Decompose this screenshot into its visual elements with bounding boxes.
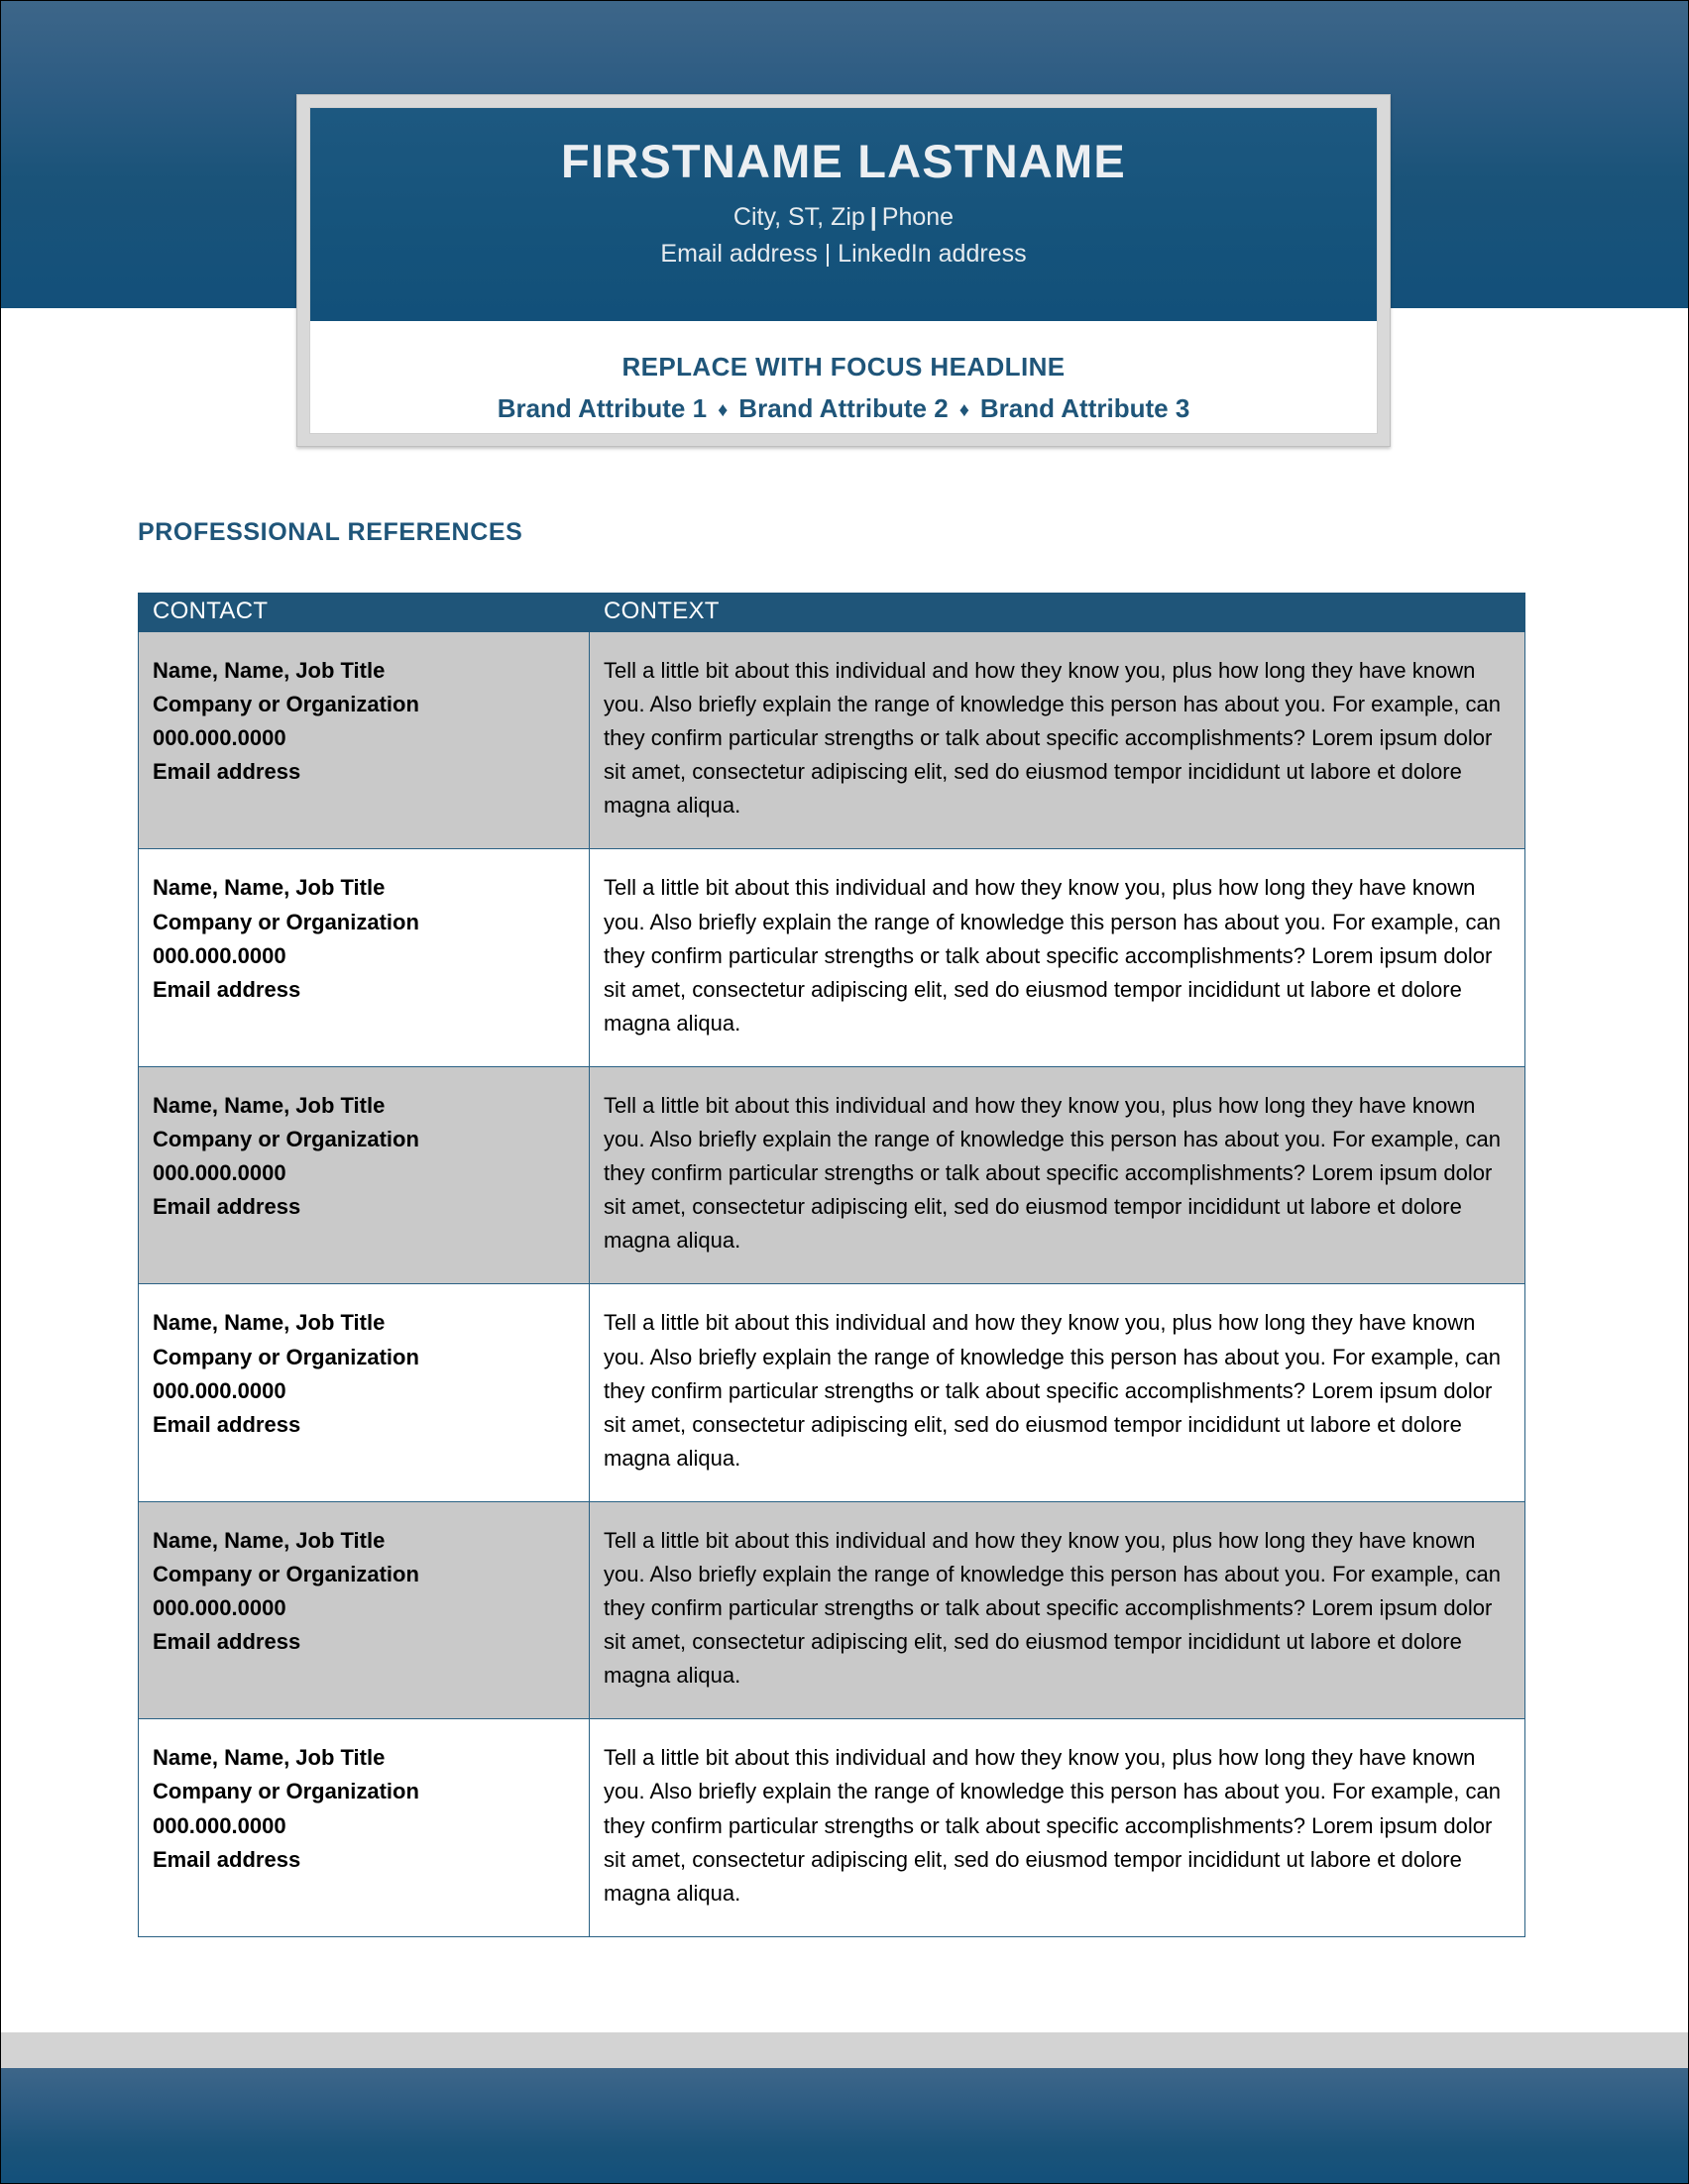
contact-line-primary: City, ST, Zip | Phone <box>310 201 1377 235</box>
brand-attributes: Brand Attribute 1 ♦ Brand Attribute 2 ♦ Bran… <box>310 392 1377 425</box>
column-header-context: CONTEXT <box>589 593 1525 632</box>
contact-line-secondary: Email address | LinkedIn address <box>660 240 1027 269</box>
reference-company: Company or Organization <box>153 1779 419 1804</box>
reference-company: Company or Organization <box>153 692 419 717</box>
reference-phone: 000.000.0000 <box>153 725 286 751</box>
reference-context-cell: Tell a little bit about this individual … <box>589 1718 1525 1937</box>
reference-company: Company or Organization <box>153 1127 419 1152</box>
reference-phone: 000.000.0000 <box>153 942 286 968</box>
reference-phone: 000.000.0000 <box>153 1160 286 1186</box>
name-block: FIRSTNAME LASTNAME City, ST, Zip | Phone E… <box>310 108 1377 321</box>
table-head: CONTACT CONTEXT <box>138 593 1525 632</box>
reference-email: Email address <box>153 759 301 785</box>
reference-phone: 000.000.0000 <box>153 1812 286 1838</box>
reference-contact-cell: Name, Name, Job Title Company or Organiza… <box>138 1283 590 1502</box>
reference-context-cell: Tell a little bit about this individual … <box>589 1283 1525 1502</box>
page-title-full-name: FIRSTNAME LASTNAME <box>561 135 1126 187</box>
reference-context-cell: Tell a little bit about this individual … <box>589 848 1525 1067</box>
reference-phone: 000.000.0000 <box>153 1377 286 1403</box>
header-frame-inner: FIRSTNAME LASTNAME City, ST, Zip | Phone E… <box>309 107 1378 434</box>
reference-email: Email address <box>153 1846 301 1872</box>
reference-name-title: Name, Name, Job Title <box>153 875 386 901</box>
brand-attribute-1: Brand Attribute 1 <box>497 392 708 423</box>
reference-context-cell: Tell a little bit about this individual … <box>589 1065 1525 1285</box>
table-row: Name, Name, Job Title Company or Organiza… <box>138 630 1525 850</box>
reference-name-title: Name, Name, Job Title <box>153 1745 386 1771</box>
brand-attribute-2: Brand Attribute 2 <box>738 392 949 423</box>
reference-contact-cell: Name, Name, Job Title Company or Organiza… <box>138 630 590 850</box>
reference-context-cell: Tell a little bit about this individual … <box>589 1500 1525 1720</box>
header-frame: FIRSTNAME LASTNAME City, ST, Zip | Phone E… <box>296 94 1391 447</box>
diamond-bullet-icon-1: ♦ <box>718 398 729 421</box>
table-body: Name, Name, Job Title Company or Organiza… <box>138 630 1525 1937</box>
reference-email: Email address <box>153 976 301 1002</box>
reference-email: Email address <box>153 1194 301 1220</box>
reference-email: Email address <box>153 1411 301 1437</box>
reference-contact-cell: Name, Name, Job Title Company or Organiza… <box>138 1718 590 1937</box>
table-header-row: CONTACT CONTEXT <box>138 593 1525 632</box>
reference-contact-cell: Name, Name, Job Title Company or Organiza… <box>138 1500 590 1720</box>
table-row: Name, Name, Job Title Company or Organiza… <box>138 848 1525 1067</box>
table-row: Name, Name, Job Title Company or Organiza… <box>138 1500 1525 1720</box>
reference-name-title: Name, Name, Job Title <box>153 1527 386 1553</box>
reference-context-cell: Tell a little bit about this individual … <box>589 630 1525 850</box>
footer-blue-band <box>1 2068 1688 2183</box>
contact-phone: Phone <box>881 202 955 231</box>
reference-company: Company or Organization <box>153 909 419 934</box>
table-row: Name, Name, Job Title Company or Organiza… <box>138 1283 1525 1502</box>
reference-company: Company or Organization <box>153 1561 419 1586</box>
footer-gray-band <box>1 2032 1688 2068</box>
table-row: Name, Name, Job Title Company or Organiza… <box>138 1065 1525 1285</box>
reference-contact-cell: Name, Name, Job Title Company or Organiza… <box>138 848 590 1067</box>
reference-contact-cell: Name, Name, Job Title Company or Organiza… <box>138 1065 590 1285</box>
resume-page: FIRSTNAME LASTNAME City, ST, Zip | Phone E… <box>0 0 1689 2184</box>
reference-name-title: Name, Name, Job Title <box>153 658 386 683</box>
diamond-bullet-icon-2: ♦ <box>958 398 969 421</box>
professional-references-table: CONTACT CONTEXT Name, Name, Job Title Com… <box>138 593 1525 1937</box>
contact-location: City, ST, Zip <box>732 202 865 231</box>
reference-name-title: Name, Name, Job Title <box>153 1310 386 1336</box>
table-row: Name, Name, Job Title Company or Organiza… <box>138 1718 1525 1937</box>
brand-attribute-3: Brand Attribute 3 <box>979 392 1190 423</box>
reference-email: Email address <box>153 1629 301 1655</box>
focus-block: REPLACE WITH FOCUS HEADLINE Brand Attrib… <box>310 321 1377 424</box>
reference-phone: 000.000.0000 <box>153 1595 286 1621</box>
column-header-contact: CONTACT <box>138 593 590 632</box>
focus-headline: REPLACE WITH FOCUS HEADLINE <box>621 352 1066 382</box>
reference-company: Company or Organization <box>153 1344 419 1369</box>
reference-name-title: Name, Name, Job Title <box>153 1092 386 1118</box>
section-title-professional-references: PROFESSIONAL REFERENCES <box>138 518 523 546</box>
contact-separator-1: | <box>869 202 877 231</box>
